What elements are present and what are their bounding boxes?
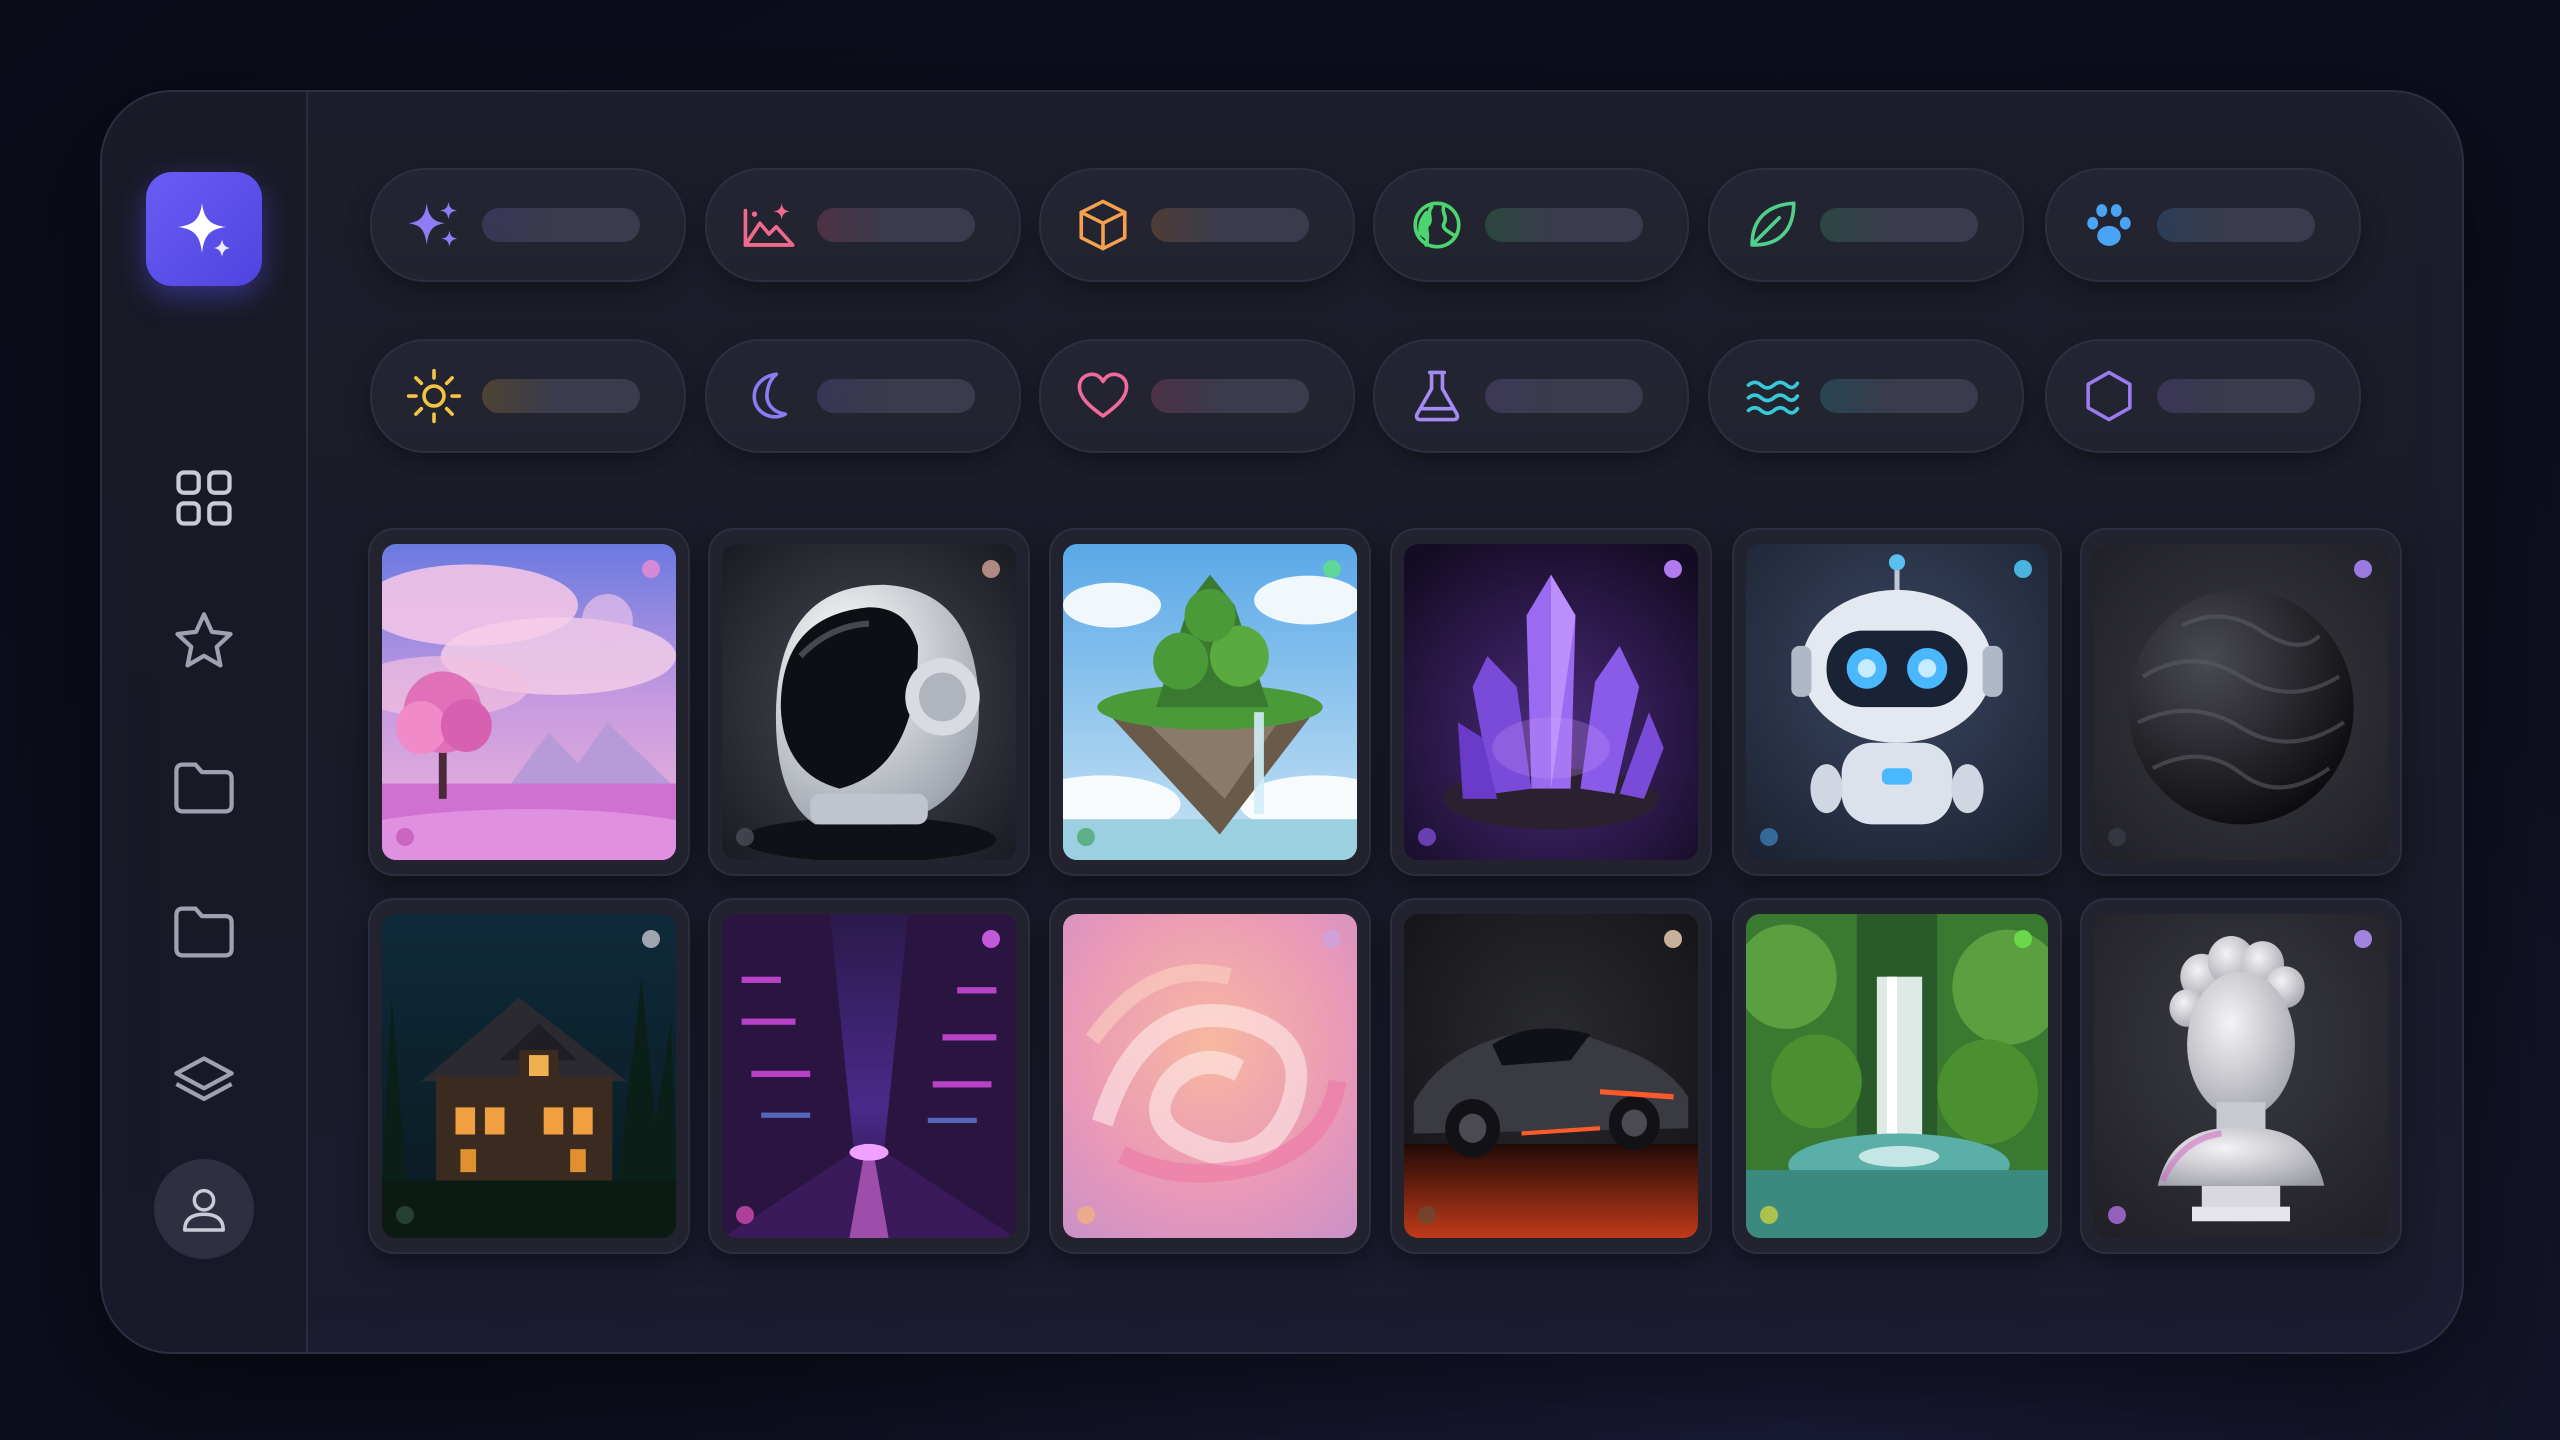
- heart-icon: [1073, 366, 1133, 426]
- neon-city-street-image: [722, 914, 1016, 1238]
- waves-icon: [1742, 366, 1802, 426]
- gallery-card[interactable]: [1390, 898, 1712, 1254]
- category-label-placeholder: [1820, 208, 1978, 242]
- category-pill[interactable]: [1373, 168, 1689, 282]
- category-label-placeholder: [1485, 379, 1643, 413]
- status-dot: [396, 828, 414, 846]
- app-window: [100, 90, 2464, 1354]
- gallery-card[interactable]: [2080, 528, 2402, 876]
- category-pill[interactable]: [705, 339, 1021, 453]
- status-dot: [2014, 930, 2032, 948]
- black-sphere-image: [2094, 544, 2388, 860]
- status-dot: [2014, 560, 2032, 578]
- globe-icon: [1407, 195, 1467, 255]
- status-dot: [1323, 560, 1341, 578]
- category-pill[interactable]: [370, 339, 686, 453]
- status-dot: [1418, 828, 1436, 846]
- status-dot: [1323, 930, 1341, 948]
- status-dot: [2354, 930, 2372, 948]
- purple-crystal-image: [1404, 544, 1698, 860]
- folder-icon[interactable]: [164, 892, 244, 972]
- category-label-placeholder: [817, 379, 975, 413]
- gallery-card[interactable]: [1390, 528, 1712, 876]
- folder-icon[interactable]: [164, 748, 244, 828]
- category-label-placeholder: [817, 208, 975, 242]
- category-pill[interactable]: [2045, 168, 2361, 282]
- astronaut-helmet-image: [722, 544, 1016, 860]
- status-dot: [1664, 930, 1682, 948]
- category-label-placeholder: [482, 208, 640, 242]
- gallery-card[interactable]: [368, 528, 690, 876]
- status-dot: [1664, 560, 1682, 578]
- category-label-placeholder: [1485, 208, 1643, 242]
- pink-tree-landscape-image: [382, 544, 676, 860]
- category-pill[interactable]: [370, 168, 686, 282]
- status-dot: [396, 1206, 414, 1224]
- category-pill[interactable]: [1708, 339, 2024, 453]
- category-label-placeholder: [2157, 379, 2315, 413]
- gallery-card[interactable]: [708, 528, 1030, 876]
- flask-icon: [1407, 366, 1467, 426]
- status-dot: [1760, 828, 1778, 846]
- status-dot: [982, 930, 1000, 948]
- status-dot: [736, 1206, 754, 1224]
- gallery-card[interactable]: [1049, 898, 1371, 1254]
- paw-icon: [2079, 195, 2139, 255]
- hexagon-icon: [2079, 366, 2139, 426]
- image-icon: [739, 195, 799, 255]
- status-dot: [1760, 1206, 1778, 1224]
- layers-icon[interactable]: [164, 1044, 244, 1124]
- sparkle-icon[interactable]: [146, 172, 262, 286]
- user-icon[interactable]: [154, 1159, 254, 1259]
- status-dot: [1418, 1206, 1436, 1224]
- marble-bust-image: [2094, 914, 2388, 1238]
- category-label-placeholder: [1151, 208, 1309, 242]
- status-dot: [2108, 1206, 2126, 1224]
- sports-car-image: [1404, 914, 1698, 1238]
- cute-robot-image: [1746, 544, 2048, 860]
- moon-icon: [739, 366, 799, 426]
- sidebar: [102, 92, 308, 1352]
- category-pill[interactable]: [2045, 339, 2361, 453]
- night-cabin-image: [382, 914, 676, 1238]
- gallery-card[interactable]: [1732, 528, 2062, 876]
- jungle-waterfall-image: [1746, 914, 2048, 1238]
- category-label-placeholder: [1820, 379, 1978, 413]
- category-pill[interactable]: [705, 168, 1021, 282]
- cube-icon: [1073, 195, 1133, 255]
- gallery-card[interactable]: [708, 898, 1030, 1254]
- category-pill[interactable]: [1039, 339, 1355, 453]
- sparkles-icon: [404, 195, 464, 255]
- status-dot: [982, 560, 1000, 578]
- status-dot: [642, 930, 660, 948]
- status-dot: [1077, 1206, 1095, 1224]
- category-pill[interactable]: [1373, 339, 1689, 453]
- status-dot: [736, 828, 754, 846]
- floating-island-image: [1063, 544, 1357, 860]
- grid-icon[interactable]: [164, 458, 244, 538]
- pink-swirl-image: [1063, 914, 1357, 1238]
- star-icon[interactable]: [164, 602, 244, 682]
- gallery-card[interactable]: [1049, 528, 1371, 876]
- leaf-icon: [1742, 195, 1802, 255]
- category-label-placeholder: [482, 379, 640, 413]
- gallery-card[interactable]: [2080, 898, 2402, 1254]
- category-label-placeholder: [2157, 208, 2315, 242]
- category-label-placeholder: [1151, 379, 1309, 413]
- sun-icon: [404, 366, 464, 426]
- gallery-card[interactable]: [1732, 898, 2062, 1254]
- status-dot: [2108, 828, 2126, 846]
- status-dot: [1077, 828, 1095, 846]
- category-pill[interactable]: [1708, 168, 2024, 282]
- category-pill[interactable]: [1039, 168, 1355, 282]
- status-dot: [642, 560, 660, 578]
- gallery-card[interactable]: [368, 898, 690, 1254]
- status-dot: [2354, 560, 2372, 578]
